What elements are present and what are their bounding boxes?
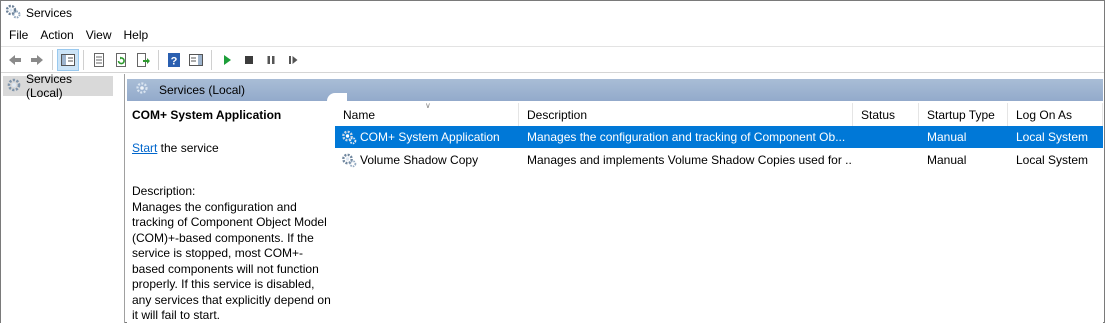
export-list-icon[interactable] [132, 49, 154, 71]
toolbar-separator [211, 49, 212, 70]
menu-file[interactable]: File [3, 28, 34, 42]
menu-bar: File Action View Help [1, 24, 1104, 45]
table-row[interactable]: Volume Shadow Copy Manages and implement… [335, 149, 1103, 171]
console-tree: Services (Local) [1, 72, 125, 323]
column-header-log-on-as[interactable]: Log On As [1008, 103, 1103, 127]
row-log-on-as: Local System [1016, 130, 1089, 144]
back-icon[interactable] [4, 49, 26, 71]
pause-service-icon[interactable] [260, 49, 282, 71]
row-description: Manages and implements Volume Shadow Cop… [527, 153, 853, 167]
column-header-label: Startup Type [927, 108, 995, 122]
tree-item-label: Services (Local) [26, 72, 73, 100]
start-service-line: Start the service [132, 141, 330, 155]
toolbar-separator [83, 49, 84, 70]
toolbar: ? [1, 46, 1104, 73]
services-window: Services File Action View Help ? Service… [0, 0, 1105, 323]
service-gear-icon [341, 129, 357, 145]
column-header-label: Name [343, 108, 376, 122]
search-gear-icon [135, 81, 151, 100]
description-text: Manages the configuration and tracking o… [132, 199, 331, 323]
properties-icon[interactable] [88, 49, 110, 71]
row-log-on-as: Local System [1016, 153, 1089, 167]
resume-service-icon[interactable] [282, 49, 304, 71]
column-header-startup-type[interactable]: Startup Type [919, 103, 1008, 127]
row-name-cell: Volume Shadow Copy [335, 149, 519, 171]
start-service-link[interactable]: Start [132, 141, 157, 155]
svg-text:?: ? [171, 55, 178, 67]
sort-indicator-icon: ∨ [425, 101, 431, 110]
start-service-icon[interactable] [216, 49, 238, 71]
services-list: ∨ Name Description Status Startup Type L… [335, 101, 1103, 323]
tree-item-services-local[interactable]: Services (Local) [3, 72, 113, 100]
column-header-label: Log On As [1016, 108, 1073, 122]
table-row[interactable]: COM+ System Application Manages the conf… [335, 126, 1103, 148]
forward-icon[interactable] [26, 49, 48, 71]
show-action-pane-icon[interactable] [185, 49, 207, 71]
row-status [853, 149, 919, 171]
description-label: Description: [132, 184, 196, 198]
menu-action[interactable]: Action [34, 28, 79, 42]
services-gear-icon [6, 77, 22, 96]
title-bar: Services [1, 1, 1104, 24]
menu-view[interactable]: View [80, 28, 118, 42]
row-name: COM+ System Application [360, 130, 500, 144]
selected-service-title: COM+ System Application [132, 108, 282, 122]
toolbar-separator [158, 49, 159, 70]
description-pane: COM+ System Application Start the servic… [127, 101, 335, 323]
column-header-name[interactable]: ∨ Name [335, 101, 519, 127]
extended-tab-corner [327, 93, 347, 101]
column-header-description[interactable]: Description [519, 103, 853, 127]
row-name-cell: COM+ System Application [335, 126, 519, 148]
column-header-label: Status [861, 108, 896, 122]
row-startup-type: Manual [927, 130, 967, 144]
row-startup-type: Manual [927, 153, 967, 167]
list-header: ∨ Name Description Status Startup Type L… [335, 101, 1103, 127]
refresh-icon[interactable] [110, 49, 132, 71]
row-description: Manages the configuration and tracking o… [527, 130, 846, 144]
content-header-label: Services (Local) [159, 83, 246, 97]
row-name: Volume Shadow Copy [360, 153, 479, 167]
toolbar-separator [52, 49, 53, 70]
service-gear-icon [341, 152, 357, 168]
column-header-status[interactable]: Status [853, 103, 919, 127]
show-hide-console-tree-icon[interactable] [57, 48, 79, 71]
help-icon[interactable]: ? [163, 49, 185, 71]
start-service-suffix: the service [157, 141, 219, 155]
stop-service-icon[interactable] [238, 49, 260, 71]
row-status [853, 126, 919, 148]
content-header: Services (Local) [127, 79, 1103, 101]
window-title: Services [26, 5, 73, 20]
column-header-label: Description [527, 108, 588, 122]
services-gear-icon [5, 3, 21, 22]
menu-help[interactable]: Help [118, 28, 155, 42]
